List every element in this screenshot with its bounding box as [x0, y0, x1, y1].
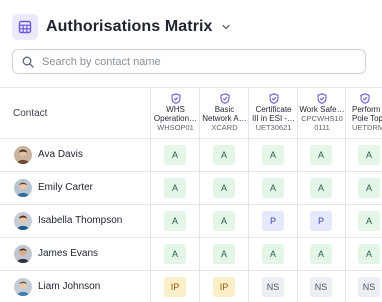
- chevron-down-icon[interactable]: [221, 22, 231, 32]
- matrix-cell[interactable]: A: [150, 205, 200, 237]
- avatar: [14, 179, 32, 197]
- matrix-cell[interactable]: A: [297, 139, 346, 171]
- status-badge[interactable]: A: [358, 145, 380, 165]
- shield-check-icon: [268, 93, 279, 104]
- status-badge[interactable]: P: [310, 211, 332, 231]
- matrix-cell[interactable]: A: [297, 238, 346, 270]
- page-header: Authorisations Matrix: [12, 12, 231, 42]
- matrix-cell[interactable]: A: [297, 172, 346, 204]
- avatar: [14, 146, 32, 164]
- grid-icon: [12, 14, 38, 40]
- status-badge[interactable]: A: [164, 178, 186, 198]
- column-header-xcard[interactable]: Basic Network A… XCARD: [199, 88, 249, 138]
- column-header-uetdrmp[interactable]: Perform Pole Top… UETDRMP: [345, 88, 382, 138]
- matrix-cell[interactable]: A: [150, 139, 200, 171]
- column-code: CPCWHS10 0111: [301, 114, 343, 132]
- matrix-cell[interactable]: A: [150, 172, 200, 204]
- contact-name[interactable]: Emily Carter: [38, 182, 93, 193]
- shield-check-icon: [219, 93, 230, 104]
- matrix-cell[interactable]: IP: [150, 271, 200, 302]
- search-input[interactable]: [42, 55, 342, 68]
- shield-check-icon: [170, 93, 181, 104]
- matrix-cell[interactable]: A: [248, 238, 298, 270]
- matrix-cell[interactable]: A: [248, 172, 298, 204]
- column-name: Certificate III in ESI -…: [251, 105, 296, 123]
- matrix-cell[interactable]: A: [199, 205, 249, 237]
- column-header-uet30621[interactable]: Certificate III in ESI -… UET30621: [248, 88, 298, 138]
- matrix-cell[interactable]: A: [345, 205, 382, 237]
- column-name: Basic Network A…: [202, 105, 247, 123]
- shield-check-icon: [317, 93, 327, 104]
- status-badge[interactable]: A: [164, 145, 186, 165]
- avatar: [14, 212, 32, 230]
- table-row[interactable]: Ava Davis A A A A A: [0, 139, 382, 172]
- avatar: [14, 245, 32, 263]
- authorisations-table: Contact WHS Operation… WHSOP01 Basic Net…: [0, 87, 382, 302]
- status-badge[interactable]: A: [310, 244, 332, 264]
- page-title: Authorisations Matrix: [46, 18, 213, 35]
- status-badge[interactable]: NS: [262, 277, 284, 297]
- table-row[interactable]: James Evans A A A A A: [0, 238, 382, 271]
- contact-name[interactable]: Isabella Thompson: [38, 215, 122, 226]
- search-icon: [22, 56, 34, 68]
- table-row[interactable]: Isabella Thompson A A P P A: [0, 205, 382, 238]
- status-badge[interactable]: A: [213, 145, 235, 165]
- matrix-cell[interactable]: A: [345, 238, 382, 270]
- status-badge[interactable]: A: [262, 145, 284, 165]
- matrix-cell[interactable]: A: [199, 139, 249, 171]
- column-header-cpcwhs100111[interactable]: Work Safe… CPCWHS10 0111: [297, 88, 346, 138]
- column-name: WHS Operation…: [153, 105, 198, 123]
- table-header: Contact WHS Operation… WHSOP01 Basic Net…: [0, 88, 382, 139]
- search-box[interactable]: [12, 49, 366, 74]
- matrix-cell[interactable]: IP: [199, 271, 249, 302]
- status-badge[interactable]: P: [262, 211, 284, 231]
- column-code: WHSOP01: [157, 123, 194, 132]
- status-badge[interactable]: A: [262, 244, 284, 264]
- contact-name[interactable]: Liam Johnson: [38, 281, 100, 292]
- contact-name[interactable]: Ava Davis: [38, 149, 83, 160]
- column-code: XCARD: [211, 123, 238, 132]
- matrix-cell[interactable]: A: [199, 238, 249, 270]
- contact-name[interactable]: James Evans: [38, 248, 98, 259]
- matrix-cell[interactable]: A: [150, 238, 200, 270]
- column-code: UET30621: [255, 123, 292, 132]
- status-badge[interactable]: A: [262, 178, 284, 198]
- shield-check-icon: [359, 93, 370, 104]
- status-badge[interactable]: A: [358, 178, 380, 198]
- status-badge[interactable]: A: [310, 178, 332, 198]
- status-badge[interactable]: A: [164, 211, 186, 231]
- matrix-cell[interactable]: P: [248, 205, 298, 237]
- matrix-cell[interactable]: A: [248, 139, 298, 171]
- table-row[interactable]: Liam Johnson IP IP NS NS NS: [0, 271, 382, 302]
- status-badge[interactable]: IP: [213, 277, 235, 297]
- status-badge[interactable]: A: [213, 244, 235, 264]
- status-badge[interactable]: A: [358, 211, 380, 231]
- status-badge[interactable]: A: [213, 178, 235, 198]
- matrix-cell[interactable]: NS: [248, 271, 298, 302]
- column-name: Work Safe…: [299, 105, 345, 114]
- status-badge[interactable]: A: [213, 211, 235, 231]
- matrix-cell[interactable]: A: [345, 172, 382, 204]
- matrix-cell[interactable]: A: [345, 139, 382, 171]
- status-badge[interactable]: IP: [164, 277, 186, 297]
- status-badge[interactable]: A: [358, 244, 380, 264]
- matrix-cell[interactable]: A: [199, 172, 249, 204]
- column-header-whsop01[interactable]: WHS Operation… WHSOP01: [150, 88, 200, 138]
- status-badge[interactable]: A: [164, 244, 186, 264]
- column-code: UETDRMP: [352, 123, 382, 132]
- status-badge[interactable]: NS: [358, 277, 380, 297]
- column-name: Perform Pole Top…: [352, 105, 382, 123]
- status-badge[interactable]: NS: [310, 277, 332, 297]
- matrix-cell[interactable]: P: [297, 205, 346, 237]
- matrix-cell[interactable]: NS: [297, 271, 346, 302]
- avatar: [14, 278, 32, 296]
- matrix-cell[interactable]: NS: [345, 271, 382, 302]
- status-badge[interactable]: A: [310, 145, 332, 165]
- table-row[interactable]: Emily Carter A A A A A: [0, 172, 382, 205]
- contact-column-header[interactable]: Contact: [13, 108, 47, 119]
